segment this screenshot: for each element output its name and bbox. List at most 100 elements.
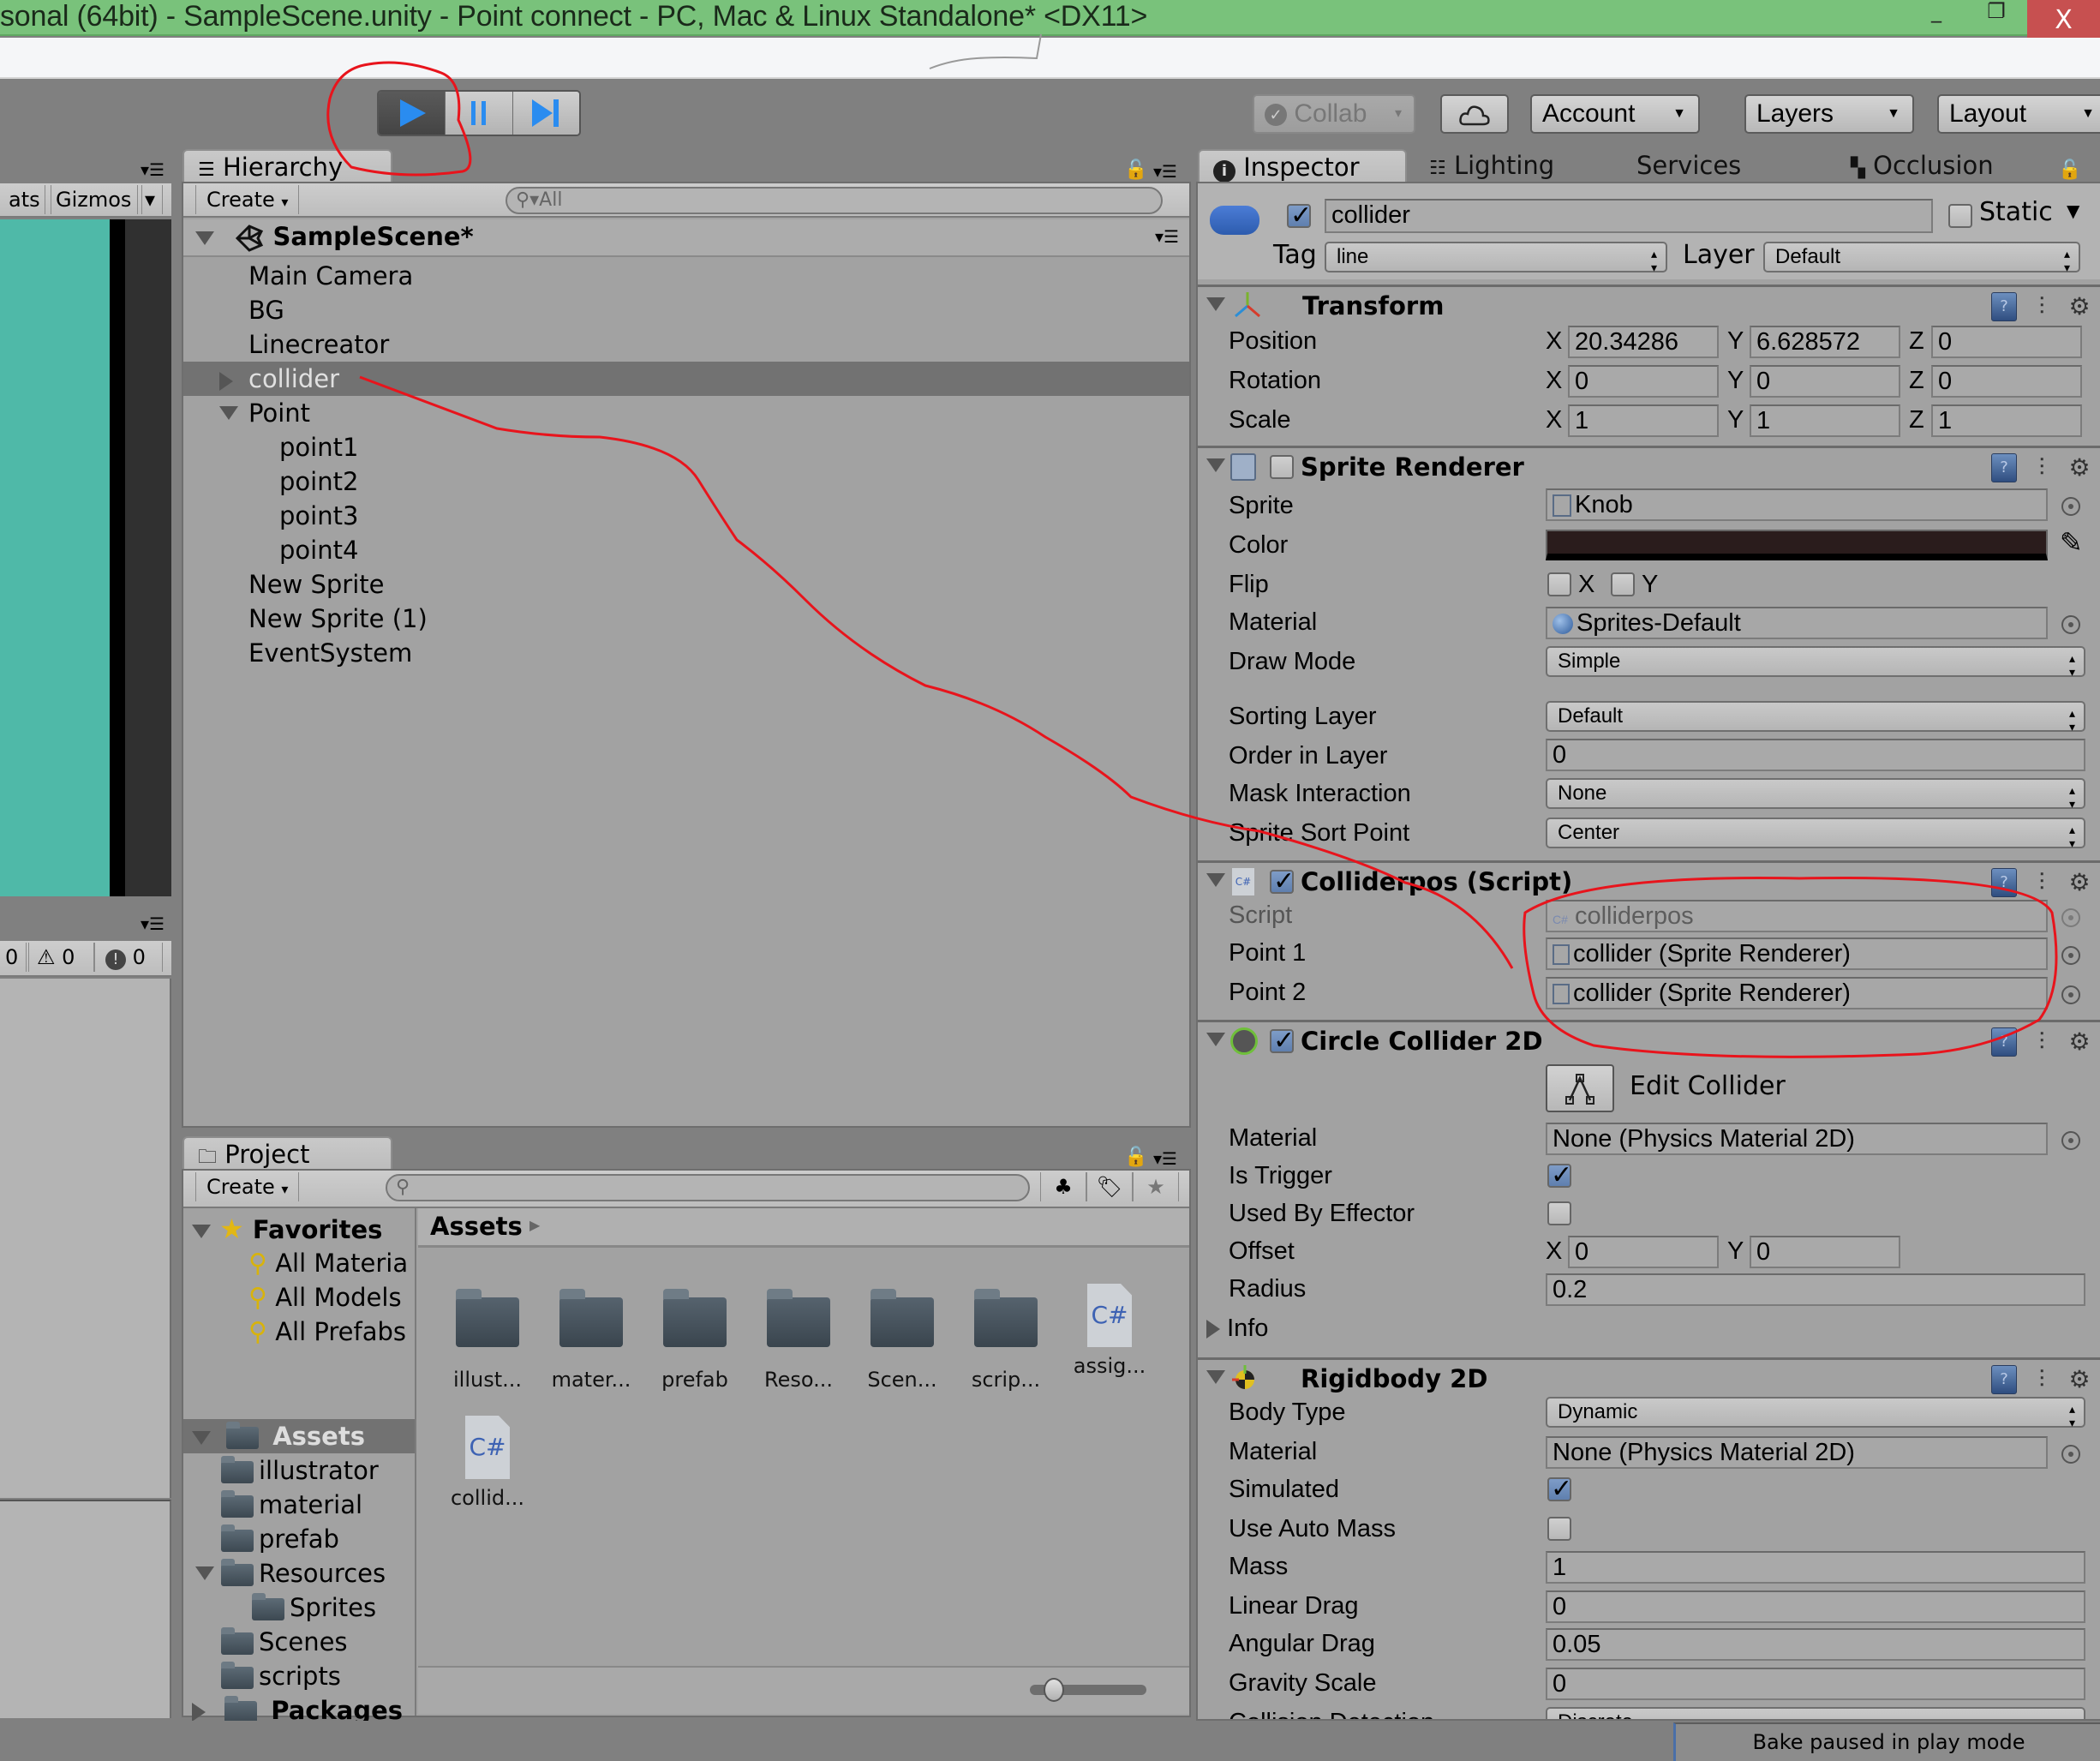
transform-scale-z-input[interactable]: 1 [1931,404,2082,437]
expand-triangle-icon[interactable] [1206,458,1225,472]
tab-lighting[interactable]: ☷ Lighting [1429,149,1554,185]
asset-item[interactable]: illust... [440,1284,535,1392]
edit-collider-button[interactable] [1546,1064,1614,1112]
hierarchy-item[interactable]: Point [183,396,1189,430]
expand-triangle-icon[interactable] [192,1225,211,1238]
transform-scale-y-input[interactable]: 1 [1750,404,1900,437]
game-view-canvas[interactable] [0,219,111,896]
color-field[interactable] [1546,530,2048,560]
object-name-input[interactable]: collider [1325,199,1933,233]
circle-collider-header[interactable]: Circle Collider 2D ? ⫶ ⚙ [1198,1020,2100,1057]
transform-rotation-x-input[interactable]: 0 [1568,365,1719,398]
expand-triangle-icon[interactable] [195,1566,214,1580]
script-enabled-checkbox[interactable] [1270,866,1295,896]
gear-icon[interactable]: ⚙ [2067,292,2092,321]
layout-dropdown[interactable]: Layout ▼ [1937,94,2100,134]
favorite-item[interactable]: ⚲ All Models [248,1280,402,1315]
lock-icon[interactable]: 🔓 [2058,159,2081,181]
offset-y-input[interactable]: 0 [1750,1236,1900,1268]
radius-input[interactable]: 0.2 [1546,1273,2085,1306]
error-count-button[interactable]: ! 0 [94,943,163,972]
used-by-effector-checkbox[interactable] [1547,1201,1571,1225]
asset-item[interactable]: Reso... [751,1284,846,1392]
hierarchy-item[interactable]: point2 [183,464,1189,499]
tab-inspector[interactable]: i Inspector [1198,149,1407,183]
lock-icon[interactable]: 🔓 [1124,1147,1147,1168]
rigidbody-header[interactable]: Rigidbody 2D ? ⫶ ⚙ [1198,1357,2100,1395]
filter-by-label-button[interactable]: 🏷 [1086,1172,1133,1201]
hierarchy-item[interactable]: BG [183,293,1189,327]
object-picker-icon[interactable] [2061,497,2080,516]
sprite-renderer-enabled-checkbox[interactable] [1270,455,1294,479]
expand-triangle-icon[interactable] [1206,873,1225,887]
project-folder-item[interactable]: prefab [221,1522,339,1556]
panel-menu-icon[interactable]: ▾☰ [1153,1148,1177,1169]
preset-icon[interactable]: ⫶ [2029,868,2055,897]
project-folder-item[interactable]: Scenes [221,1625,348,1659]
hierarchy-item[interactable]: Main Camera [183,259,1189,293]
object-picker-icon[interactable] [2061,1445,2080,1464]
asset-item[interactable]: C# assig... [1062,1284,1157,1378]
cloud-button[interactable] [1440,94,1509,134]
hierarchy-search-input[interactable]: ⚲▾All [506,187,1163,214]
tag-dropdown[interactable]: line ▴ ▾ [1325,242,1667,274]
transform-position-z-input[interactable]: 0 [1931,326,2082,358]
expand-triangle-icon[interactable] [1206,1033,1225,1046]
material-field[interactable]: Sprites-Default [1546,607,2048,639]
draw-mode-dropdown[interactable]: Simple ▴ ▾ [1546,646,2085,679]
point1-field[interactable]: collider (Sprite Renderer) [1546,937,2048,970]
script-header[interactable]: C# Colliderpos (Script) ? ⫶ ⚙ [1198,860,2100,898]
help-icon[interactable]: ? [1991,292,2017,321]
linear-drag-input[interactable]: 0 [1546,1590,2085,1623]
project-folder-item[interactable]: scripts [221,1659,341,1693]
hierarchy-item[interactable]: New Sprite (1) [183,602,1189,636]
object-picker-icon[interactable] [2061,615,2080,634]
offset-x-input[interactable]: 0 [1568,1236,1719,1268]
project-create-button[interactable]: Create ▾ [195,1172,300,1201]
help-icon[interactable]: ? [1991,1365,2017,1394]
asset-item[interactable]: mater... [544,1284,638,1392]
step-button[interactable] [512,92,579,135]
favorites-header[interactable]: ★ Favorites [192,1212,382,1246]
hierarchy-item[interactable]: New Sprite [183,567,1189,602]
eyedropper-icon[interactable]: ✎ [2060,526,2083,559]
tab-occlusion[interactable]: ▚ Occlusion [1851,149,1994,185]
static-checkbox[interactable] [1948,204,1972,228]
preset-icon[interactable]: ⫶ [2029,453,2055,482]
gear-icon[interactable]: ⚙ [2067,868,2092,897]
assets-root-row[interactable]: Assets [183,1419,415,1453]
minimize-button[interactable]: _ [1911,0,1962,36]
project-folder-item[interactable]: illustrator [221,1453,379,1488]
collision-detection-dropdown[interactable]: Discrete [1546,1707,2085,1719]
panel-menu-icon[interactable]: ▾☰ [141,159,165,180]
filter-by-type-button[interactable]: ♣ [1040,1172,1086,1201]
sprite-field[interactable]: Knob [1546,488,2048,521]
object-active-checkbox[interactable] [1287,201,1312,231]
sorting-layer-dropdown[interactable]: Default ▴ ▾ [1546,701,2085,734]
angular-drag-input[interactable]: 0.05 [1546,1628,2085,1661]
console-detail-area[interactable] [0,1500,171,1718]
flip-y-checkbox[interactable] [1611,572,1635,596]
expand-triangle-icon[interactable] [1206,297,1225,311]
account-dropdown[interactable]: Account ▼ [1530,94,1700,134]
project-search-input[interactable]: ⚲ [386,1174,1030,1201]
stats-button[interactable]: ats [0,185,51,214]
preset-icon[interactable]: ⫶ [2029,1027,2055,1057]
sprite-renderer-header[interactable]: Sprite Renderer ? ⫶ ⚙ [1198,446,2100,483]
favorite-button[interactable]: ★ [1133,1172,1179,1201]
is-trigger-checkbox[interactable] [1547,1160,1572,1190]
circle-collider-enabled-checkbox[interactable] [1270,1026,1295,1056]
gizmos-dropdown-icon[interactable]: ▾ [137,185,164,214]
scene-menu-icon[interactable]: ▾☰ [1155,219,1179,254]
point2-field[interactable]: collider (Sprite Renderer) [1546,977,2048,1009]
hierarchy-item[interactable]: EventSystem [183,636,1189,670]
mask-interaction-dropdown[interactable]: None ▴ ▾ [1546,778,2085,811]
preset-icon[interactable]: ⫶ [2029,292,2055,321]
project-folder-item[interactable]: Resources [195,1556,386,1590]
tab-hierarchy[interactable]: ☰ Hierarchy [182,149,392,183]
transform-header[interactable]: Transform ? ⫶ ⚙ [1198,285,2100,322]
expand-triangle-icon[interactable] [192,1431,211,1445]
favorite-item[interactable]: ⚲ All Materia [248,1246,408,1280]
panel-menu-icon[interactable]: ▾☰ [1153,161,1177,182]
preset-icon[interactable]: ⫶ [2029,1365,2055,1394]
